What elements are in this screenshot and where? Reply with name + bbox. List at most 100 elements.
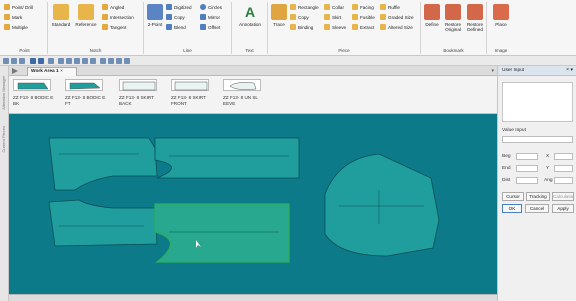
redo-icon[interactable] xyxy=(38,58,44,64)
work-area-canvas[interactable] xyxy=(9,114,497,301)
skirt-back-piece xyxy=(154,137,300,179)
facing-button[interactable]: Facing xyxy=(352,4,374,10)
tab-calculator[interactable]: Calculator xyxy=(552,192,574,201)
ang-field[interactable] xyxy=(554,177,573,184)
measure-icon[interactable] xyxy=(124,58,130,64)
point-drill-icon xyxy=(4,4,10,10)
zoom-fit-icon[interactable] xyxy=(74,58,80,64)
tab-tracking[interactable]: Tracking xyxy=(526,192,550,201)
digitized-button[interactable]: Digitized xyxy=(166,4,192,10)
collar-button[interactable]: Collar xyxy=(324,4,344,10)
extract-icon xyxy=(352,24,358,30)
pattern-pieces[interactable] xyxy=(9,114,497,301)
save-as-icon[interactable] xyxy=(11,58,17,64)
work-area-tabbar: Work Area 1 × ▾ xyxy=(9,66,497,76)
sidebar-item-current-pieces[interactable]: Current Pieces xyxy=(1,126,6,152)
fusible-button[interactable]: Fusible xyxy=(352,14,375,20)
print-icon[interactable] xyxy=(19,58,25,64)
image-group: Place Image xyxy=(487,2,515,54)
tab-cursor[interactable]: Cursor xyxy=(502,192,524,201)
pan-icon[interactable] xyxy=(90,58,96,64)
sleeve-button[interactable]: Sleeve xyxy=(324,24,346,30)
y-label: Y xyxy=(546,166,550,171)
standard-notch-button[interactable]: Standard xyxy=(51,4,71,27)
rectangle-button[interactable]: Rectangle xyxy=(290,4,319,10)
bodice-front-piece xyxy=(48,199,158,247)
value-input-field[interactable] xyxy=(502,136,573,143)
select-icon[interactable] xyxy=(108,58,114,64)
offset-button[interactable]: Offset xyxy=(200,24,220,30)
piece-thumbnail[interactable] xyxy=(13,79,51,91)
tab-dropdown-icon[interactable]: ▾ xyxy=(491,68,494,74)
tangent-button[interactable]: Tangent xyxy=(102,24,126,30)
copy-icon[interactable] xyxy=(48,58,54,64)
reference-notch-icon xyxy=(78,4,94,20)
piece-name[interactable]: ZZ F13- 8 SKIRT BACK xyxy=(119,95,165,106)
place-image-button[interactable]: Place xyxy=(491,4,511,27)
refresh-icon[interactable] xyxy=(100,58,106,64)
mirror-button[interactable]: Mirror xyxy=(200,14,220,20)
two-point-button[interactable]: 2-Point xyxy=(146,4,164,27)
piece-copy-button[interactable]: Copy xyxy=(290,14,309,20)
piece-name[interactable]: ZZ F13- 8 SKIRT FRONT xyxy=(171,95,217,106)
binding-button[interactable]: Binding xyxy=(290,24,313,30)
tab-work-area-1[interactable]: Work Area 1 × xyxy=(27,67,77,76)
intersection-button[interactable]: Intersection xyxy=(102,14,134,20)
y-field[interactable] xyxy=(554,165,573,172)
quick-access-toolbar xyxy=(0,56,576,66)
save-icon[interactable] xyxy=(3,58,9,64)
piece-thumbnail[interactable] xyxy=(65,79,103,91)
grid-icon[interactable] xyxy=(116,58,122,64)
apply-button[interactable]: Apply xyxy=(552,204,574,213)
piece-thumbnail[interactable] xyxy=(223,79,261,91)
sidebar-item-alteration-manager[interactable]: Alteration Manager xyxy=(1,76,6,110)
annotation-button[interactable]: A Annotation xyxy=(236,4,264,27)
define-bookmark-button[interactable]: Define xyxy=(423,4,441,27)
mark-button[interactable]: Mark xyxy=(4,14,22,20)
zoom-out-icon[interactable] xyxy=(66,58,72,64)
piece-name[interactable]: ZZ F13- 8 BODIC E BK xyxy=(13,95,59,106)
reference-notch-button[interactable]: Reference xyxy=(75,4,97,27)
point-group: Point/ Drill Mark Multiple Point xyxy=(2,2,48,54)
annotation-icon: A xyxy=(244,4,256,20)
user-input-panel: User Input × ▾ Value Input Beg X End Y Di… xyxy=(497,66,576,301)
blend-icon xyxy=(166,24,172,30)
tab-nav-icon[interactable] xyxy=(12,68,18,74)
altered-size-button[interactable]: Altered Size xyxy=(380,24,413,30)
piece-thumbnail[interactable] xyxy=(119,79,157,91)
piece-name[interactable]: ZZ F13- 8 BODIC E FT xyxy=(65,95,111,106)
zoom-in-icon[interactable] xyxy=(58,58,64,64)
multiple-button[interactable]: Multiple xyxy=(4,24,28,30)
restore-defined-button[interactable]: Restore Defined xyxy=(465,4,485,32)
blend-button[interactable]: Blend xyxy=(166,24,186,30)
x-field[interactable] xyxy=(554,153,573,160)
ruffle-button[interactable]: Ruffle xyxy=(380,4,400,10)
angled-button[interactable]: Angled xyxy=(102,4,124,10)
beg-field[interactable] xyxy=(516,153,538,160)
close-icon[interactable]: × ▾ xyxy=(566,67,573,73)
cancel-button[interactable]: Cancel xyxy=(525,204,549,213)
restore-original-button[interactable]: Restore Original xyxy=(443,4,463,32)
text-group-label: Text xyxy=(245,48,254,53)
zoom-window-icon[interactable] xyxy=(82,58,88,64)
piece-name[interactable]: ZZ F13- 8 UN SL EEVE xyxy=(223,95,269,106)
input-area[interactable] xyxy=(502,82,573,122)
mirror-icon xyxy=(200,14,206,20)
dist-field[interactable] xyxy=(516,177,538,184)
graded-size-button[interactable]: Graded Size xyxy=(380,14,414,20)
end-label: End xyxy=(502,166,511,171)
horizontal-scrollbar[interactable] xyxy=(9,294,497,301)
undo-icon[interactable] xyxy=(30,58,36,64)
close-icon[interactable]: × xyxy=(60,69,63,74)
skirt-icon xyxy=(324,14,330,20)
point-drill-button[interactable]: Point/ Drill xyxy=(4,4,33,10)
extract-button[interactable]: Extract xyxy=(352,24,374,30)
ribbon-toolbar: Point/ Drill Mark Multiple Point Standar… xyxy=(0,0,576,56)
end-field[interactable] xyxy=(516,165,538,172)
skirt-button[interactable]: Skirt xyxy=(324,14,341,20)
line-copy-button[interactable]: Copy xyxy=(166,14,185,20)
piece-thumbnail[interactable] xyxy=(171,79,209,91)
trace-button[interactable]: Trace xyxy=(270,4,288,27)
ok-button[interactable]: OK xyxy=(502,204,522,213)
circles-button[interactable]: Circles xyxy=(200,4,222,10)
